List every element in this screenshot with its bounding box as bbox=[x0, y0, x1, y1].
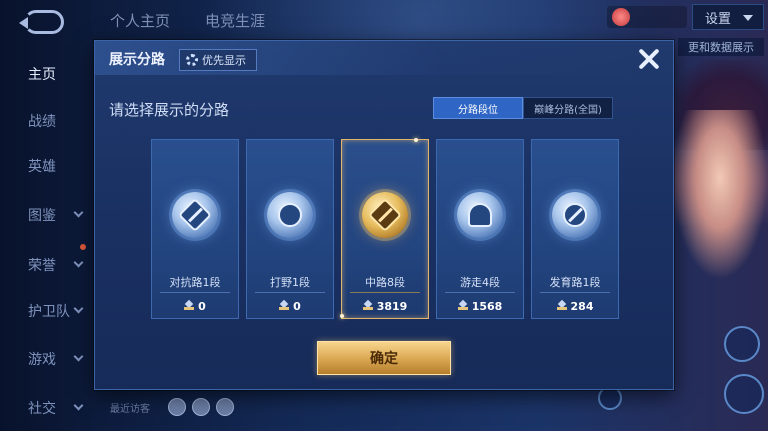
side-action-icon[interactable] bbox=[724, 374, 764, 414]
avatar[interactable] bbox=[192, 398, 210, 416]
lane-name: 打野1段 bbox=[270, 276, 310, 289]
sparkle bbox=[414, 138, 418, 142]
divider bbox=[350, 292, 420, 293]
score-icon bbox=[457, 301, 468, 311]
nav-label: 社交 bbox=[28, 401, 56, 417]
chevron-down-icon bbox=[73, 207, 84, 218]
sparkle bbox=[340, 314, 344, 318]
jungle-icon bbox=[267, 192, 313, 238]
lane-score: 0 bbox=[247, 298, 333, 314]
nav-item-record[interactable]: 战绩 bbox=[0, 109, 92, 133]
nav-item-game[interactable]: 游戏 bbox=[0, 347, 92, 371]
data-display-pill[interactable]: 更和数据展示 bbox=[678, 38, 764, 56]
lane-score: 0 bbox=[152, 298, 238, 314]
mid-lane-icon bbox=[362, 192, 408, 238]
chevron-down-icon bbox=[73, 400, 84, 411]
score-icon bbox=[362, 301, 373, 311]
lane-score: 284 bbox=[532, 298, 618, 314]
close-button[interactable] bbox=[635, 45, 663, 73]
vip-icon bbox=[612, 8, 630, 26]
nav-item-guard-team[interactable]: 护卫队 bbox=[0, 299, 92, 323]
divider bbox=[160, 292, 230, 293]
settings-label: 设置 bbox=[705, 11, 732, 27]
priority-display-button[interactable]: 优先显示 bbox=[179, 49, 257, 71]
nav-label: 战绩 bbox=[28, 114, 56, 130]
left-nav: 主页 战绩 英雄 图鉴 荣誉 护卫队 游戏 社交 bbox=[0, 0, 92, 431]
side-action-icon[interactable] bbox=[724, 326, 760, 362]
nav-label: 荣誉 bbox=[28, 258, 56, 274]
lane-card-clash[interactable]: 对抗路1段 0 bbox=[151, 139, 239, 319]
nav-label: 护卫队 bbox=[28, 304, 70, 320]
select-prompt: 请选择展示的分路 bbox=[109, 101, 230, 119]
avatar[interactable] bbox=[216, 398, 234, 416]
chevron-down-icon bbox=[73, 351, 84, 362]
lane-card-mid[interactable]: 中路8段 3819 bbox=[340, 138, 429, 319]
modal-title: 展示分路 bbox=[109, 52, 165, 68]
nav-label: 主页 bbox=[28, 67, 56, 83]
score-icon bbox=[279, 301, 290, 311]
gear-icon bbox=[186, 54, 198, 66]
nav-item-honor[interactable]: 荣誉 bbox=[0, 253, 92, 277]
farm-lane-icon bbox=[552, 192, 598, 238]
settings-dropdown[interactable]: 设置 bbox=[692, 4, 764, 30]
tab-peak-lane[interactable]: 巅峰分路(全国) bbox=[523, 97, 613, 119]
lane-score: 3819 bbox=[342, 298, 428, 314]
chevron-down-icon bbox=[73, 303, 84, 314]
nav-item-gallery[interactable]: 图鉴 bbox=[0, 203, 92, 227]
tab-lane-rank[interactable]: 分路段位 bbox=[433, 97, 523, 119]
lane-score-value: 284 bbox=[570, 299, 594, 313]
notification-dot bbox=[80, 244, 86, 250]
nav-label: 图鉴 bbox=[28, 208, 56, 224]
back-button[interactable] bbox=[19, 10, 64, 34]
score-icon bbox=[556, 301, 567, 311]
lane-display-modal: 展示分路 优先显示 请选择展示的分路 分路段位 巅峰分路(全国) 对抗路1段 0… bbox=[94, 40, 674, 390]
recent-visitors-label: 最近访客 bbox=[110, 404, 150, 415]
lane-card-roam[interactable]: 游走4段 1568 bbox=[436, 139, 524, 319]
lane-score-value: 0 bbox=[198, 299, 206, 313]
tab-esports-career[interactable]: 电竞生涯 bbox=[205, 10, 265, 31]
nav-item-heroes[interactable]: 英雄 bbox=[0, 154, 92, 178]
lane-card-farm[interactable]: 发育路1段 284 bbox=[531, 139, 619, 319]
confirm-button[interactable]: 确定 bbox=[317, 341, 451, 375]
clash-lane-icon bbox=[172, 192, 218, 238]
score-icon bbox=[184, 301, 195, 311]
divider bbox=[255, 292, 325, 293]
avatar[interactable] bbox=[168, 398, 186, 416]
nav-item-home[interactable]: 主页 bbox=[0, 62, 92, 86]
lane-card-jungle[interactable]: 打野1段 0 bbox=[246, 139, 334, 319]
lane-score-value: 0 bbox=[293, 299, 301, 313]
lane-name: 中路8段 bbox=[365, 276, 405, 289]
nav-label: 游戏 bbox=[28, 352, 56, 368]
lane-name: 对抗路1段 bbox=[169, 276, 221, 289]
roam-icon bbox=[457, 192, 503, 238]
chevron-down-icon bbox=[743, 15, 753, 21]
divider bbox=[445, 292, 515, 293]
lane-name: 游走4段 bbox=[460, 276, 500, 289]
priority-label: 优先显示 bbox=[202, 54, 246, 67]
hero-art bbox=[672, 110, 768, 280]
lane-name: 发育路1段 bbox=[549, 276, 601, 289]
tab-personal-home[interactable]: 个人主页 bbox=[110, 10, 170, 31]
divider bbox=[540, 292, 610, 293]
chevron-down-icon bbox=[73, 257, 84, 268]
lane-score-value: 3819 bbox=[376, 299, 408, 313]
nav-item-social[interactable]: 社交 bbox=[0, 396, 92, 420]
nav-label: 英雄 bbox=[28, 159, 56, 175]
lane-score: 1568 bbox=[437, 298, 523, 314]
lane-score-value: 1568 bbox=[471, 299, 503, 313]
